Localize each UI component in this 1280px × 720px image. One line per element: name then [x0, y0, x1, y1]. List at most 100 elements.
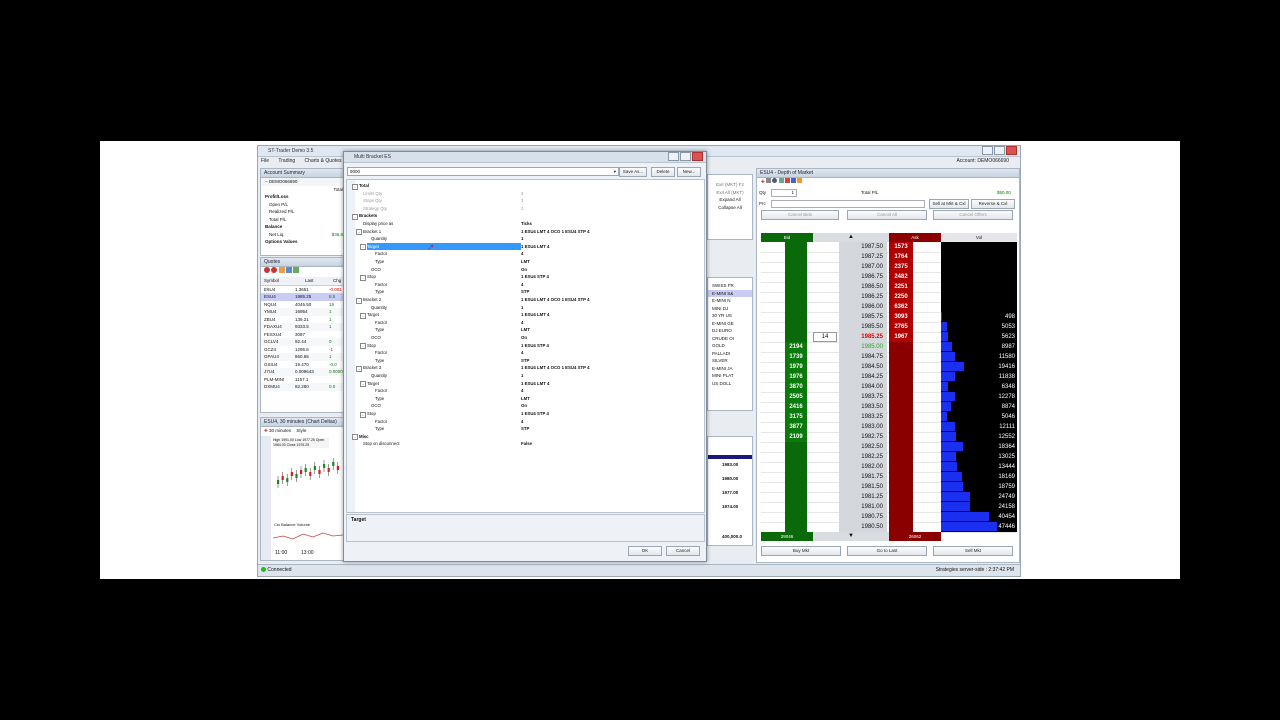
price-cell[interactable]: 1986.50 [839, 282, 887, 292]
exit-mkt-f2[interactable]: Exit (MKT) F2 [708, 181, 752, 189]
property-row[interactable]: Factor 4 [347, 281, 704, 289]
col-chg[interactable]: Chg [333, 277, 341, 285]
cancel-bids-button[interactable]: Cancel Bids [761, 210, 839, 220]
ask-size[interactable]: 1573 [889, 242, 913, 252]
property-value[interactable]: LMT [521, 395, 530, 403]
property-value[interactable]: On [521, 334, 527, 342]
property-row[interactable]: Stops Qty 3 [347, 197, 704, 205]
property-row[interactable]: Factor 4 [347, 418, 704, 426]
remove-icon[interactable] [264, 267, 270, 273]
property-row[interactable]: Quantity 1 [347, 372, 704, 380]
property-value[interactable]: 4 [521, 319, 523, 327]
buy-mkt-button[interactable]: Buy Mkt [761, 546, 841, 556]
collapse-icon[interactable]: - [356, 297, 362, 304]
col-symbol[interactable]: Symbol [264, 277, 279, 285]
property-value[interactable]: 1 ESU4 STP 4 [521, 410, 549, 418]
property-row[interactable]: - Misc [347, 433, 704, 441]
collapse-icon[interactable]: - [360, 274, 366, 281]
table-row[interactable]: FDAXU4 9333.5 1 [261, 323, 345, 331]
table-row[interactable]: NQU4 4045.50 19 [261, 300, 345, 308]
property-value[interactable]: 4 [521, 281, 523, 289]
property-value[interactable]: 1 ESU4 LMT 4 OCO 1 ESU4 STP 4 [521, 228, 589, 236]
property-row[interactable]: - Target 1 ESU4 LMT 4 [347, 311, 704, 319]
property-row[interactable]: - Bracket 1 1 ESU4 LMT 4 OCO 1 ESU4 STP 4 [347, 228, 704, 236]
price-cell[interactable]: 1983.50 [839, 402, 887, 412]
property-value[interactable]: 4 [521, 387, 523, 395]
price-cell[interactable]: 1984.50 [839, 362, 887, 372]
property-row[interactable]: Type LMT [347, 395, 704, 403]
table-row[interactable]: GCLV4 92.44 0 [261, 338, 345, 346]
stop-icon[interactable] [271, 267, 278, 273]
go-to-last-button[interactable]: Go to Last [847, 546, 927, 556]
property-row[interactable]: - Bracket 2 1 ESU4 LMT 4 OCO 1 ESU4 STP 4 [347, 296, 704, 304]
property-value[interactable]: 1 ESU4 STP 4 [521, 342, 549, 350]
preset-select[interactable]: 9000 ▾ [347, 167, 619, 176]
property-value[interactable]: STP [521, 425, 529, 433]
property-row[interactable]: OCO On [347, 334, 704, 342]
price-cell[interactable]: 1985.50 [839, 322, 887, 332]
property-row[interactable]: - Bracket 3 1 ESU4 LMT 4 OCO 1 ESU4 STP 4 [347, 364, 704, 372]
property-value[interactable]: On [521, 402, 527, 410]
folder-icon[interactable] [278, 267, 285, 273]
price-cell[interactable]: 1984.75 [839, 352, 887, 362]
bid-size[interactable]: 1976 [785, 372, 807, 382]
ask-size[interactable]: 2251 [889, 282, 913, 292]
property-value[interactable]: 1 [521, 372, 523, 380]
price-cell[interactable]: 1980.75 [839, 512, 887, 522]
interval-selector[interactable]: 30 minutes [269, 428, 291, 433]
price-cell[interactable]: 1981.00 [839, 502, 887, 512]
price-cell[interactable]: 1985.75 [839, 312, 887, 322]
settings-icon[interactable] [766, 178, 772, 183]
collapse-all[interactable]: Collapse All [708, 204, 752, 212]
property-value[interactable]: On [521, 266, 527, 274]
close-icon[interactable] [1006, 146, 1017, 156]
price-cell[interactable]: 1983.00 [839, 422, 887, 432]
collapse-icon[interactable]: - [356, 229, 362, 236]
exit-all-mkt[interactable]: Exit All (MKT) [708, 189, 752, 197]
property-row[interactable]: Type STP [347, 425, 704, 433]
table-row[interactable]: GPAU4 860.65 1 [261, 353, 345, 361]
ask-size[interactable]: 2765 [889, 322, 913, 332]
bid-size[interactable]: 3175 [785, 412, 807, 422]
chart-icon[interactable] [791, 178, 797, 183]
property-row[interactable]: Strategy Qty 3 [347, 205, 704, 213]
ask-size[interactable]: 6362 [889, 302, 913, 312]
bid-size[interactable]: 2194 [785, 342, 807, 352]
property-value[interactable]: 4 [521, 349, 523, 357]
property-value[interactable]: 1 ESU4 LMT 4 [521, 380, 549, 388]
table-row[interactable]: J7U4 0.009643 0.00000 [261, 368, 345, 376]
bid-size[interactable]: 3877 [785, 422, 807, 432]
minimize-icon[interactable] [982, 146, 993, 156]
property-value[interactable]: False [521, 440, 532, 448]
style-selector[interactable]: Style [296, 428, 306, 433]
table-row[interactable]: ESU4 1985.25 8.5 [261, 293, 345, 301]
property-value[interactable]: 1 ESU4 LMT 4 OCO 1 ESU4 STP 4 [521, 364, 589, 372]
table-row[interactable]: E6U4 1.3651 -0.001 [261, 285, 345, 293]
price-cell[interactable]: 1981.25 [839, 492, 887, 502]
price-cell[interactable]: 1987.25 [839, 252, 887, 262]
collapse-icon[interactable]: - [356, 365, 362, 372]
property-row[interactable]: Stop on disconnect False [347, 440, 704, 448]
table-row[interactable]: YMU4 16954 1 [261, 308, 345, 316]
ask-size[interactable]: 2375 [889, 262, 913, 272]
property-row[interactable]: OCO On [347, 402, 704, 410]
property-value[interactable]: 4 [521, 418, 523, 426]
property-value[interactable]: 3 [521, 205, 523, 213]
table-row[interactable]: GCZ4 1295.6 -1 [261, 345, 345, 353]
property-value[interactable]: 3 [521, 190, 523, 198]
bid-size[interactable]: 2109 [785, 432, 807, 442]
price-field[interactable] [771, 200, 925, 208]
maximize-icon[interactable] [680, 152, 691, 162]
price-cell[interactable]: 1980.50 [839, 522, 887, 532]
table-row[interactable]: ZBU4 139.21 1 [261, 315, 345, 323]
collapse-icon[interactable]: - [360, 244, 366, 251]
property-row[interactable]: Type LMT [347, 326, 704, 334]
property-value[interactable]: STP [521, 288, 529, 296]
account-selector[interactable]: − DEMO066690 [261, 178, 345, 186]
refresh-icon[interactable] [293, 267, 300, 273]
qty-field[interactable]: 1 [771, 189, 797, 197]
table-row[interactable]: DXMU4 82.280 0.0 [261, 383, 345, 391]
price-cell[interactable]: 1986.25 [839, 292, 887, 302]
property-row[interactable]: Limits Qty 3 [347, 190, 704, 198]
table-row[interactable]: GSIU4 19.470 -0.0 [261, 360, 345, 368]
